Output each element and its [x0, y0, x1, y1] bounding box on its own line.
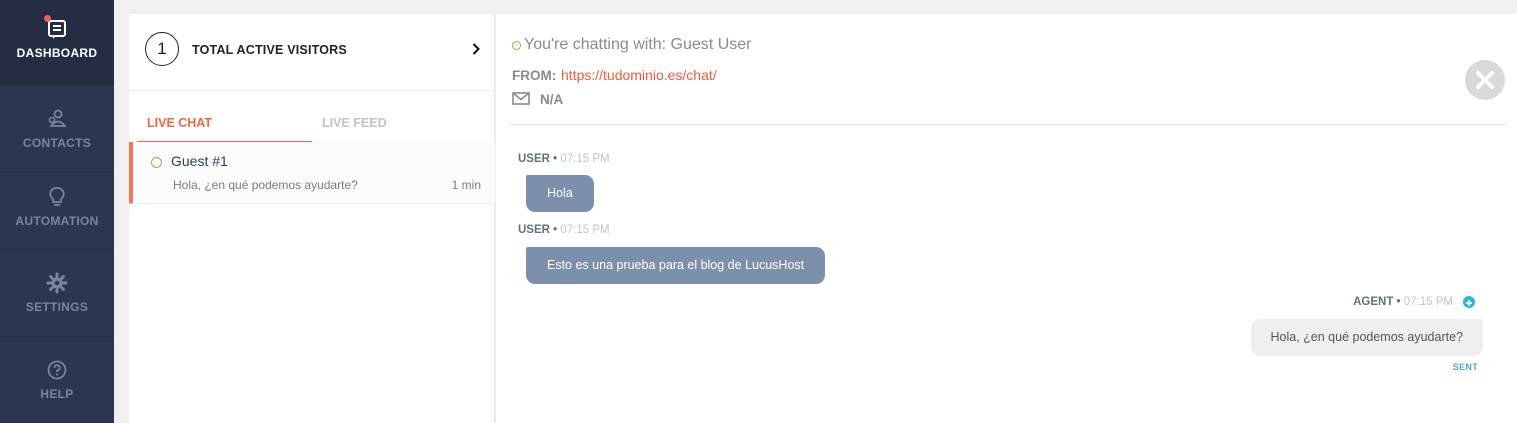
chevron-right-icon[interactable]: [471, 42, 481, 56]
message-time: 07:15 PM: [560, 153, 610, 165]
chat-panel: You're chatting with: Guest User FROM: h…: [496, 14, 1517, 423]
guest-name: Guest #1: [171, 153, 228, 169]
visitor-count-badge: 1: [145, 32, 179, 66]
agent-message-bubble: Hola, ¿en qué podemos ayudarte?: [1250, 319, 1483, 356]
tab-live-chat[interactable]: LIVE CHAT: [137, 110, 312, 143]
lightbulb-icon: [46, 186, 68, 208]
message-time: 07:15 PM: [1403, 296, 1453, 308]
message-sender: USER: [518, 224, 550, 236]
chat-tabs: LIVE CHAT LIVE FEED: [137, 110, 487, 143]
sidebar-item-label: AUTOMATION: [15, 214, 99, 228]
sidebar-item-label: HELP: [40, 387, 74, 401]
sidebar-item-contacts[interactable]: CONTACTS: [0, 86, 114, 173]
plus-icon[interactable]: [1463, 296, 1475, 308]
gutter: [114, 14, 129, 423]
message-time: 07:15 PM: [560, 224, 610, 236]
online-status-icon: [151, 157, 162, 168]
from-label: FROM:: [512, 68, 557, 83]
message-meta: AGENT • 07:15 PM: [1353, 296, 1453, 308]
message-sender: USER: [518, 153, 550, 165]
sidebar-item-automation[interactable]: AUTOMATION: [0, 173, 114, 250]
user-message-bubble: Hola: [526, 175, 594, 212]
active-visitors-header[interactable]: 1 TOTAL ACTIVE VISITORS: [129, 14, 495, 91]
top-strip: [114, 0, 1517, 14]
mail-icon: [512, 92, 530, 105]
gear-icon: [46, 272, 68, 294]
sidebar-item-label: DASHBOARD: [16, 46, 98, 60]
sidebar-item-help[interactable]: HELP: [0, 337, 114, 423]
close-chat-button[interactable]: [1465, 60, 1505, 100]
email-value: N/A: [540, 92, 564, 107]
sidebar: DASHBOARD CONTACTS AUTOMATION SETTINGS H…: [0, 0, 114, 423]
sidebar-item-settings[interactable]: SETTINGS: [0, 250, 114, 337]
user-message-bubble: Esto es una prueba para el blog de Lucus…: [526, 247, 826, 284]
close-icon: [1476, 71, 1494, 89]
message-preview: Hola, ¿en qué podemos ayudarte?: [173, 178, 358, 192]
online-status-icon: [512, 41, 521, 50]
message-status: SENT: [1452, 362, 1478, 372]
list-item[interactable]: Guest #1 Hola, ¿en qué podemos ayudarte?…: [129, 142, 495, 204]
tab-live-feed[interactable]: LIVE FEED: [312, 110, 487, 143]
dashboard-icon: [44, 15, 68, 40]
message-sender: AGENT: [1353, 296, 1394, 308]
message-meta: USER • 07:15 PM: [518, 153, 610, 165]
help-icon: [46, 359, 68, 381]
active-visitors-label: TOTAL ACTIVE VISITORS: [192, 43, 347, 57]
chatting-with-label: You're chatting with: Guest User: [524, 36, 752, 53]
visitors-panel: 1 TOTAL ACTIVE VISITORS LIVE CHAT LIVE F…: [129, 14, 495, 423]
message-time: 1 min: [451, 178, 481, 192]
sidebar-item-dashboard[interactable]: DASHBOARD: [0, 0, 114, 86]
chat-header: You're chatting with: Guest User FROM: h…: [510, 14, 1506, 125]
from-url-link[interactable]: https://tudominio.es/chat/: [561, 67, 717, 83]
sidebar-item-label: CONTACTS: [22, 136, 92, 150]
message-meta: USER • 07:15 PM: [518, 224, 610, 236]
notification-dot: [44, 15, 51, 22]
sidebar-item-label: SETTINGS: [25, 300, 89, 314]
contacts-icon: [46, 108, 68, 130]
